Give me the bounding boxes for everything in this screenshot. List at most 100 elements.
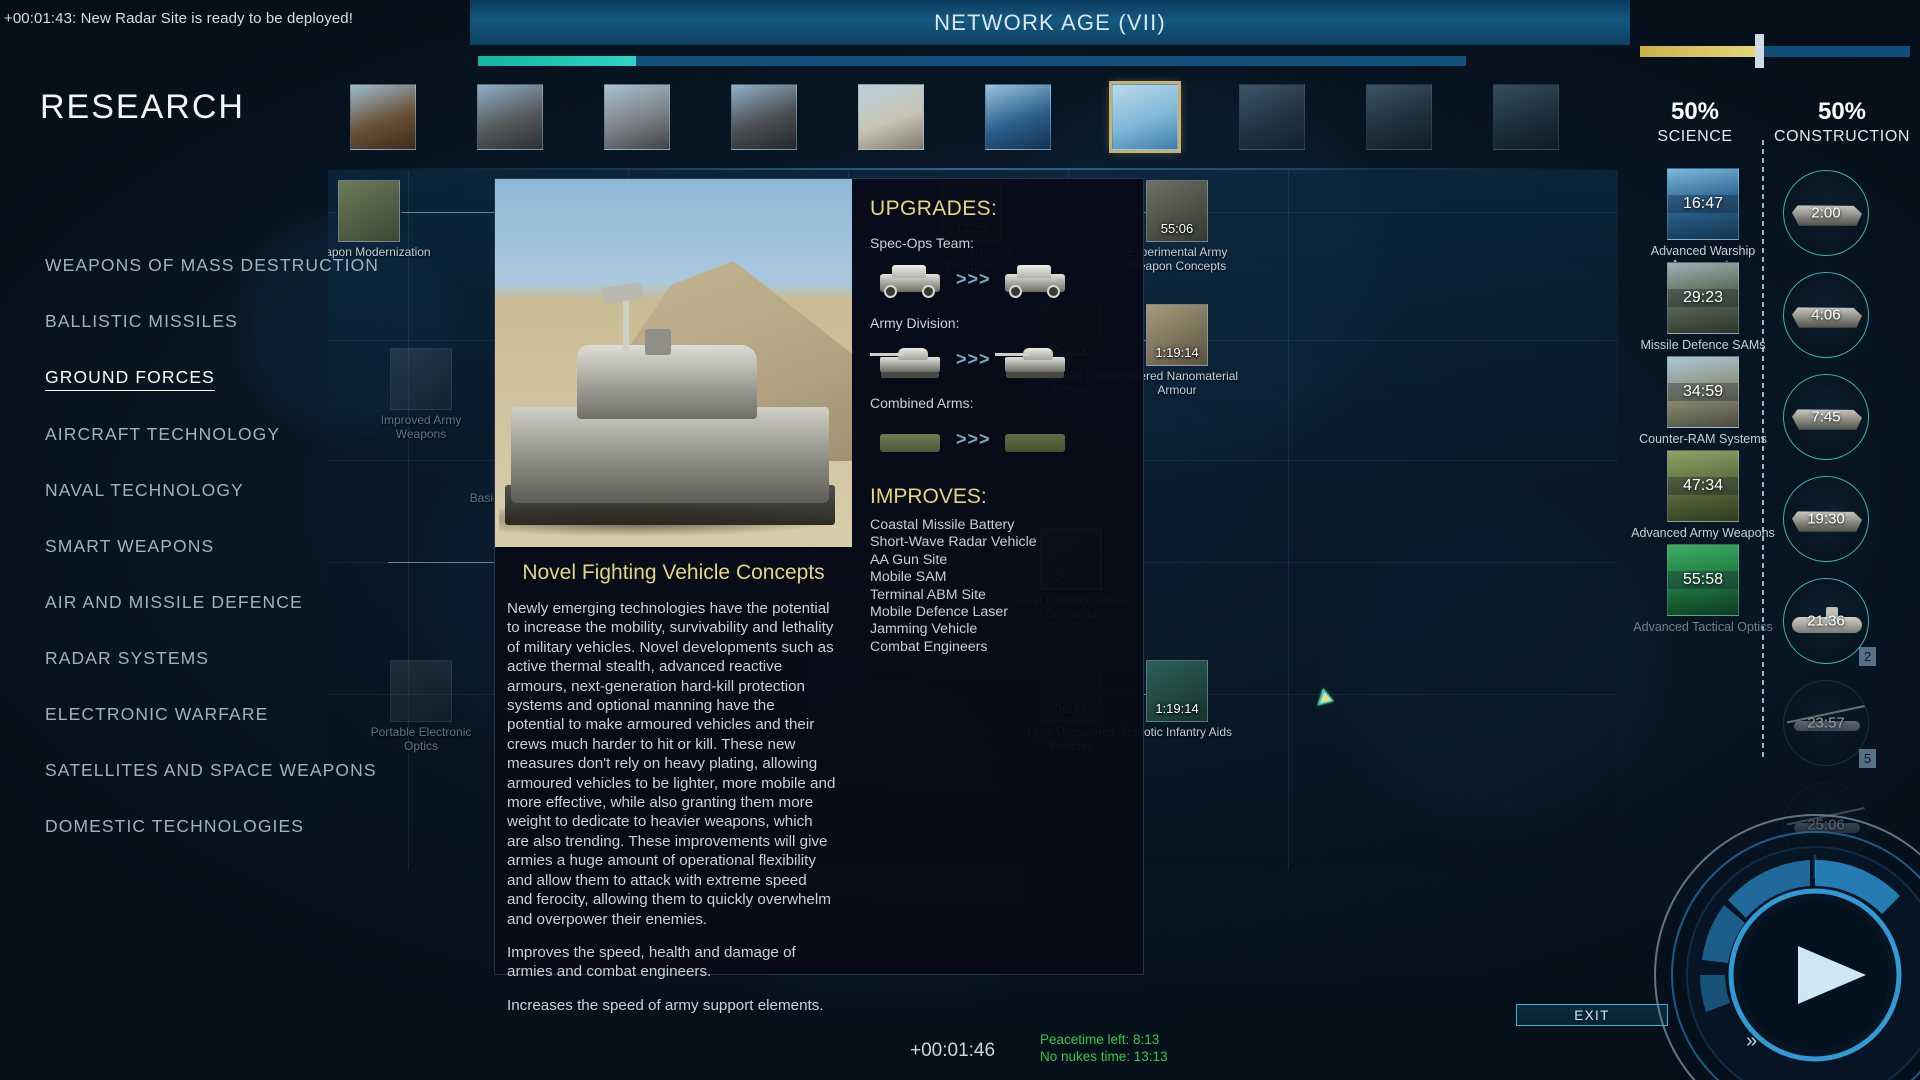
sidebar-item-aircraft-technology[interactable]: AIRCRAFT TECHNOLOGY bbox=[45, 424, 280, 447]
science-queue-thumbnail: 29:23 bbox=[1667, 262, 1739, 334]
science-queue-item[interactable]: 34:59 Counter-RAM Systems bbox=[1628, 356, 1778, 446]
sidebar-item-naval-technology[interactable]: NAVAL TECHNOLOGY bbox=[45, 480, 244, 503]
notification-toast: +00:01:43: New Radar Site is ready to be… bbox=[4, 10, 353, 27]
laptop-age-icon[interactable] bbox=[985, 84, 1051, 150]
upgrades-list: Spec-Ops Team: >>> Army Division: >>> Combin… bbox=[870, 235, 1133, 463]
tech-node[interactable] bbox=[390, 660, 452, 722]
construction-queue-time: 23:57 bbox=[1807, 714, 1845, 732]
construction-queue-circle: 2:00 bbox=[1783, 170, 1869, 256]
humvee-icon bbox=[878, 258, 944, 300]
improves-item: Terminal ABM Site bbox=[870, 586, 986, 603]
tech-node[interactable] bbox=[390, 348, 452, 410]
tech-node-label: Improved Army Weapons bbox=[380, 413, 462, 441]
upgrade-row: >>> bbox=[870, 415, 1133, 463]
construction-percent: 50% bbox=[1817, 98, 1867, 125]
construction-queue-circle: 21:36 bbox=[1783, 578, 1869, 664]
science-queue-label: Counter-RAM Systems bbox=[1639, 432, 1767, 446]
age-banner: NETWORK AGE (VII) bbox=[470, 0, 1630, 45]
sidebar-item-satellites-and-space-weapons[interactable]: SATELLITES AND SPACE WEAPONS bbox=[45, 760, 377, 783]
sidebar-item-air-and-missile-defence[interactable]: AIR AND MISSILE DEFENCE bbox=[45, 592, 303, 615]
science-queue-time: 47:34 bbox=[1668, 477, 1738, 495]
next-gen-ifv-icon bbox=[1003, 418, 1069, 460]
construction-queue-item[interactable]: 7:45 bbox=[1778, 374, 1874, 460]
science-queue-thumbnail: 16:47 bbox=[1667, 168, 1739, 240]
game-speed-dial[interactable]: » bbox=[1650, 800, 1920, 1080]
science-queue-time: 55:58 bbox=[1668, 571, 1738, 589]
sidebar-item-ballistic-missiles[interactable]: BALLISTIC MISSILES bbox=[45, 311, 238, 334]
improves-item: Mobile SAM bbox=[870, 569, 947, 586]
transistor-age-icon[interactable] bbox=[604, 84, 670, 150]
tech-node[interactable]: 1:19:14 bbox=[1146, 660, 1208, 722]
sidebar-item-weapons-of-mass-destruction[interactable]: WEAPONS OF MASS DESTRUCTION bbox=[45, 255, 379, 278]
handset-age-icon[interactable] bbox=[731, 84, 797, 150]
upgrade-row: >>> bbox=[870, 255, 1133, 303]
detail-title: Novel Fighting Vehicle Concepts bbox=[522, 561, 825, 584]
tech-node-time: 1:19:14 bbox=[1155, 345, 1199, 360]
upgrade-group-label: Spec-Ops Team: bbox=[870, 235, 975, 251]
main-battle-tank-icon bbox=[870, 338, 944, 380]
smartphone-age-icon[interactable] bbox=[1109, 81, 1181, 153]
tech-node[interactable]: 1:19:14 bbox=[1146, 304, 1208, 366]
science-queue-label: Advanced Army Weapons bbox=[1631, 526, 1775, 540]
construction-queue-circle: 19:30 bbox=[1783, 476, 1869, 562]
construction-queue-circle: 23:57 bbox=[1783, 680, 1869, 766]
science-percent: 50% bbox=[1670, 98, 1720, 125]
science-header: 50% SCIENCE bbox=[1630, 98, 1760, 146]
science-label: SCIENCE bbox=[1657, 128, 1733, 145]
sidebar-item-smart-weapons[interactable]: SMART WEAPONS bbox=[45, 536, 214, 559]
tablet-age-icon[interactable] bbox=[1239, 84, 1305, 150]
improves-item: Combat Engineers bbox=[870, 638, 988, 655]
improves-item: Mobile Defence Laser bbox=[870, 604, 1009, 621]
detail-paragraph: Newly emerging technologies have the pot… bbox=[507, 600, 836, 928]
science-queue-item[interactable]: 55:58 Advanced Tactical Optics bbox=[1628, 544, 1778, 634]
upgrade-group: Spec-Ops Team: >>> bbox=[870, 235, 1133, 303]
sidebar-item-electronic-warfare[interactable]: ELECTRONIC WARFARE bbox=[45, 704, 268, 727]
tech-node[interactable] bbox=[338, 180, 400, 242]
improves-item: AA Gun Site bbox=[870, 551, 948, 568]
technology-preview-image bbox=[495, 179, 852, 547]
drone-age-icon[interactable] bbox=[1366, 84, 1432, 150]
detail-right-column: UPGRADES: Spec-Ops Team: >>> Army Division… bbox=[852, 179, 1143, 974]
construction-queue-item[interactable]: 4:06 bbox=[1778, 272, 1874, 358]
future-navy-age-icon[interactable] bbox=[1493, 84, 1559, 150]
construction-queue-item[interactable]: 2:00 bbox=[1778, 170, 1874, 256]
construction-queue-time: 7:45 bbox=[1811, 408, 1841, 426]
next-gen-tank-icon bbox=[994, 338, 1069, 380]
upgrade-row: >>> bbox=[870, 335, 1133, 383]
science-queue-item[interactable]: 16:47Advanced Warship Armaments bbox=[1628, 168, 1778, 272]
sidebar-item-radar-systems[interactable]: RADAR SYSTEMS bbox=[45, 648, 209, 671]
page-title: RESEARCH bbox=[40, 88, 245, 126]
tech-node[interactable]: 55:06 bbox=[1146, 180, 1208, 242]
television-age-icon[interactable] bbox=[350, 84, 416, 150]
construction-label: CONSTRUCTION bbox=[1773, 128, 1911, 145]
construction-queue-circle: 7:45 bbox=[1783, 374, 1869, 460]
construction-queue-item[interactable]: 19:30 bbox=[1778, 476, 1874, 562]
category-sidebar: WEAPONS OF MASS DESTRUCTION BALLISTIC MIS… bbox=[45, 255, 378, 872]
age-title: NETWORK AGE (VII) bbox=[934, 9, 1166, 35]
science-queue-item[interactable]: 29:23 Missile Defence SAMs bbox=[1628, 262, 1778, 352]
mainframe-age-icon[interactable] bbox=[477, 84, 543, 150]
science-queue-time: 16:47 bbox=[1668, 195, 1738, 213]
construction-queue-count-badge: 5 bbox=[1859, 749, 1876, 768]
sidebar-item-domestic-technologies[interactable]: DOMESTIC TECHNOLOGIES bbox=[45, 816, 304, 839]
science-queue-time: 34:59 bbox=[1668, 383, 1738, 401]
science-queue-item[interactable]: 47:34 Advanced Army Weapons bbox=[1628, 450, 1778, 540]
allocation-slider-handle[interactable] bbox=[1755, 34, 1764, 68]
age-icon-strip bbox=[350, 81, 1600, 153]
sidebar-item-ground-forces[interactable]: GROUND FORCES bbox=[45, 367, 215, 391]
peacetime-status: Peacetime left: 8:13 No nukes time: 13:1… bbox=[1040, 1031, 1168, 1065]
exit-button[interactable]: EXIT bbox=[1516, 1004, 1668, 1026]
improves-item: Short-Wave Radar Vehicle bbox=[870, 534, 1037, 551]
construction-queue-circle: 4:06 bbox=[1783, 272, 1869, 358]
science-queue-time: 29:23 bbox=[1668, 289, 1738, 307]
detail-left-column: Novel Fighting Vehicle Concepts Newly em… bbox=[495, 179, 852, 1014]
construction-queue-item[interactable]: 23:57 5 bbox=[1778, 680, 1876, 768]
improves-item: Coastal Missile Battery bbox=[870, 517, 1015, 533]
construction-queue-time: 19:30 bbox=[1807, 510, 1845, 528]
improves-list: Coastal Missile Battery Short-Wave Radar … bbox=[870, 517, 1133, 656]
age-progress-bar bbox=[478, 56, 1466, 66]
personal-computer-age-icon[interactable] bbox=[858, 84, 924, 150]
construction-queue-item[interactable]: 21:36 2 bbox=[1778, 578, 1876, 666]
science-construction-slider[interactable] bbox=[1640, 34, 1910, 68]
game-clock: +00:01:46 bbox=[910, 1040, 996, 1061]
